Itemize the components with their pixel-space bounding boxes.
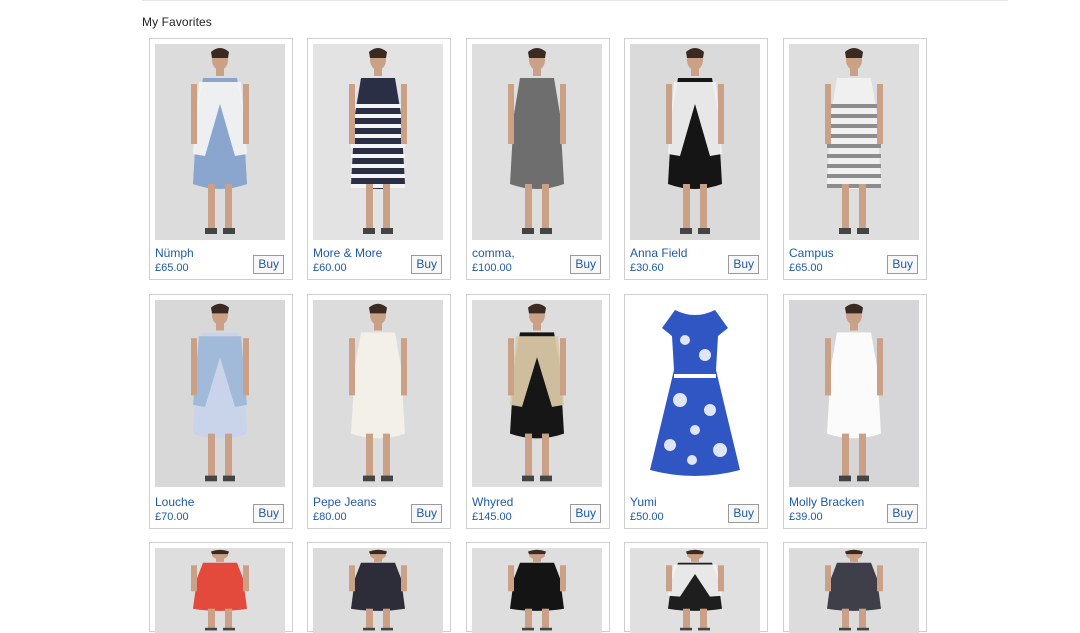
- blue-floral-dress-product-photo[interactable]: [630, 300, 760, 487]
- woman-beige-coat-black-dress-photo[interactable]: [472, 300, 602, 487]
- woman-white-jacket-patterned-dress-photo[interactable]: [630, 548, 760, 633]
- woman-grey-dress-photo[interactable]: [472, 44, 602, 240]
- product-brand-link[interactable]: Pepe Jeans: [313, 495, 376, 509]
- woman-patterned-strapless-dress-photo[interactable]: [789, 548, 919, 633]
- buy-button[interactable]: Buy: [887, 255, 918, 274]
- product-brand-link[interactable]: Whyred: [472, 495, 513, 509]
- woman-white-striped-dress-photo[interactable]: [789, 44, 919, 240]
- product-price: £100.00: [472, 262, 512, 274]
- product-card[interactable]: More & More £60.00 Buy: [307, 38, 451, 280]
- product-card[interactable]: comma, £100.00 Buy: [466, 38, 610, 280]
- woman-dark-top-red-sleeves-photo[interactable]: [313, 548, 443, 633]
- product-card[interactable]: Campus £65.00 Buy: [783, 38, 927, 280]
- woman-red-top-photo[interactable]: [155, 548, 285, 633]
- product-brand-link[interactable]: Campus: [789, 246, 834, 260]
- woman-white-jacket-blue-print-dress-photo[interactable]: [155, 44, 285, 240]
- product-card[interactable]: Whyred £145.00 Buy: [466, 294, 610, 529]
- product-price: £145.00: [472, 511, 512, 523]
- woman-denim-jacket-floral-dress-photo[interactable]: [155, 300, 285, 487]
- product-card[interactable]: Nümph £65.00 Buy: [149, 38, 293, 280]
- woman-striped-dress-photo[interactable]: [313, 44, 443, 240]
- product-brand-link[interactable]: More & More: [313, 246, 382, 260]
- product-card[interactable]: Molly Bracken £39.00 Buy: [783, 294, 927, 529]
- product-card[interactable]: [149, 542, 293, 633]
- product-brand-link[interactable]: Louche: [155, 495, 194, 509]
- product-price: £65.00: [789, 262, 823, 274]
- buy-button[interactable]: Buy: [728, 504, 759, 523]
- product-price: £50.00: [630, 511, 664, 523]
- product-card[interactable]: Louche £70.00 Buy: [149, 294, 293, 529]
- product-card[interactable]: [466, 542, 610, 633]
- product-card[interactable]: [624, 542, 768, 633]
- product-card[interactable]: [307, 542, 451, 633]
- product-price: £80.00: [313, 511, 347, 523]
- buy-button[interactable]: Buy: [411, 504, 442, 523]
- product-price: £70.00: [155, 511, 189, 523]
- woman-black-top-photo[interactable]: [472, 548, 602, 633]
- buy-button[interactable]: Buy: [411, 255, 442, 274]
- product-card[interactable]: Yumi £50.00 Buy: [624, 294, 768, 529]
- woman-white-slip-dress-photo[interactable]: [789, 300, 919, 487]
- product-price: £60.00: [313, 262, 347, 274]
- buy-button[interactable]: Buy: [570, 504, 601, 523]
- product-brand-link[interactable]: Molly Bracken: [789, 495, 864, 509]
- buy-button[interactable]: Buy: [570, 255, 601, 274]
- product-brand-link[interactable]: comma,: [472, 246, 515, 260]
- favorites-grid: Nümph £65.00 Buy More & More £60.00 Buy comm…: [0, 0, 1080, 633]
- buy-button[interactable]: Buy: [253, 504, 284, 523]
- product-price: £30.60: [630, 262, 664, 274]
- product-card[interactable]: [783, 542, 927, 633]
- product-price: £39.00: [789, 511, 823, 523]
- product-card[interactable]: Anna Field £30.60 Buy: [624, 38, 768, 280]
- buy-button[interactable]: Buy: [253, 255, 284, 274]
- product-card[interactable]: Pepe Jeans £80.00 Buy: [307, 294, 451, 529]
- product-brand-link[interactable]: Anna Field: [630, 246, 687, 260]
- product-brand-link[interactable]: Yumi: [630, 495, 657, 509]
- product-brand-link[interactable]: Nümph: [155, 246, 194, 260]
- woman-white-dress-brown-bag-photo[interactable]: [313, 300, 443, 487]
- woman-black-dress-white-jacket-photo[interactable]: [630, 44, 760, 240]
- product-price: £65.00: [155, 262, 189, 274]
- buy-button[interactable]: Buy: [728, 255, 759, 274]
- buy-button[interactable]: Buy: [887, 504, 918, 523]
